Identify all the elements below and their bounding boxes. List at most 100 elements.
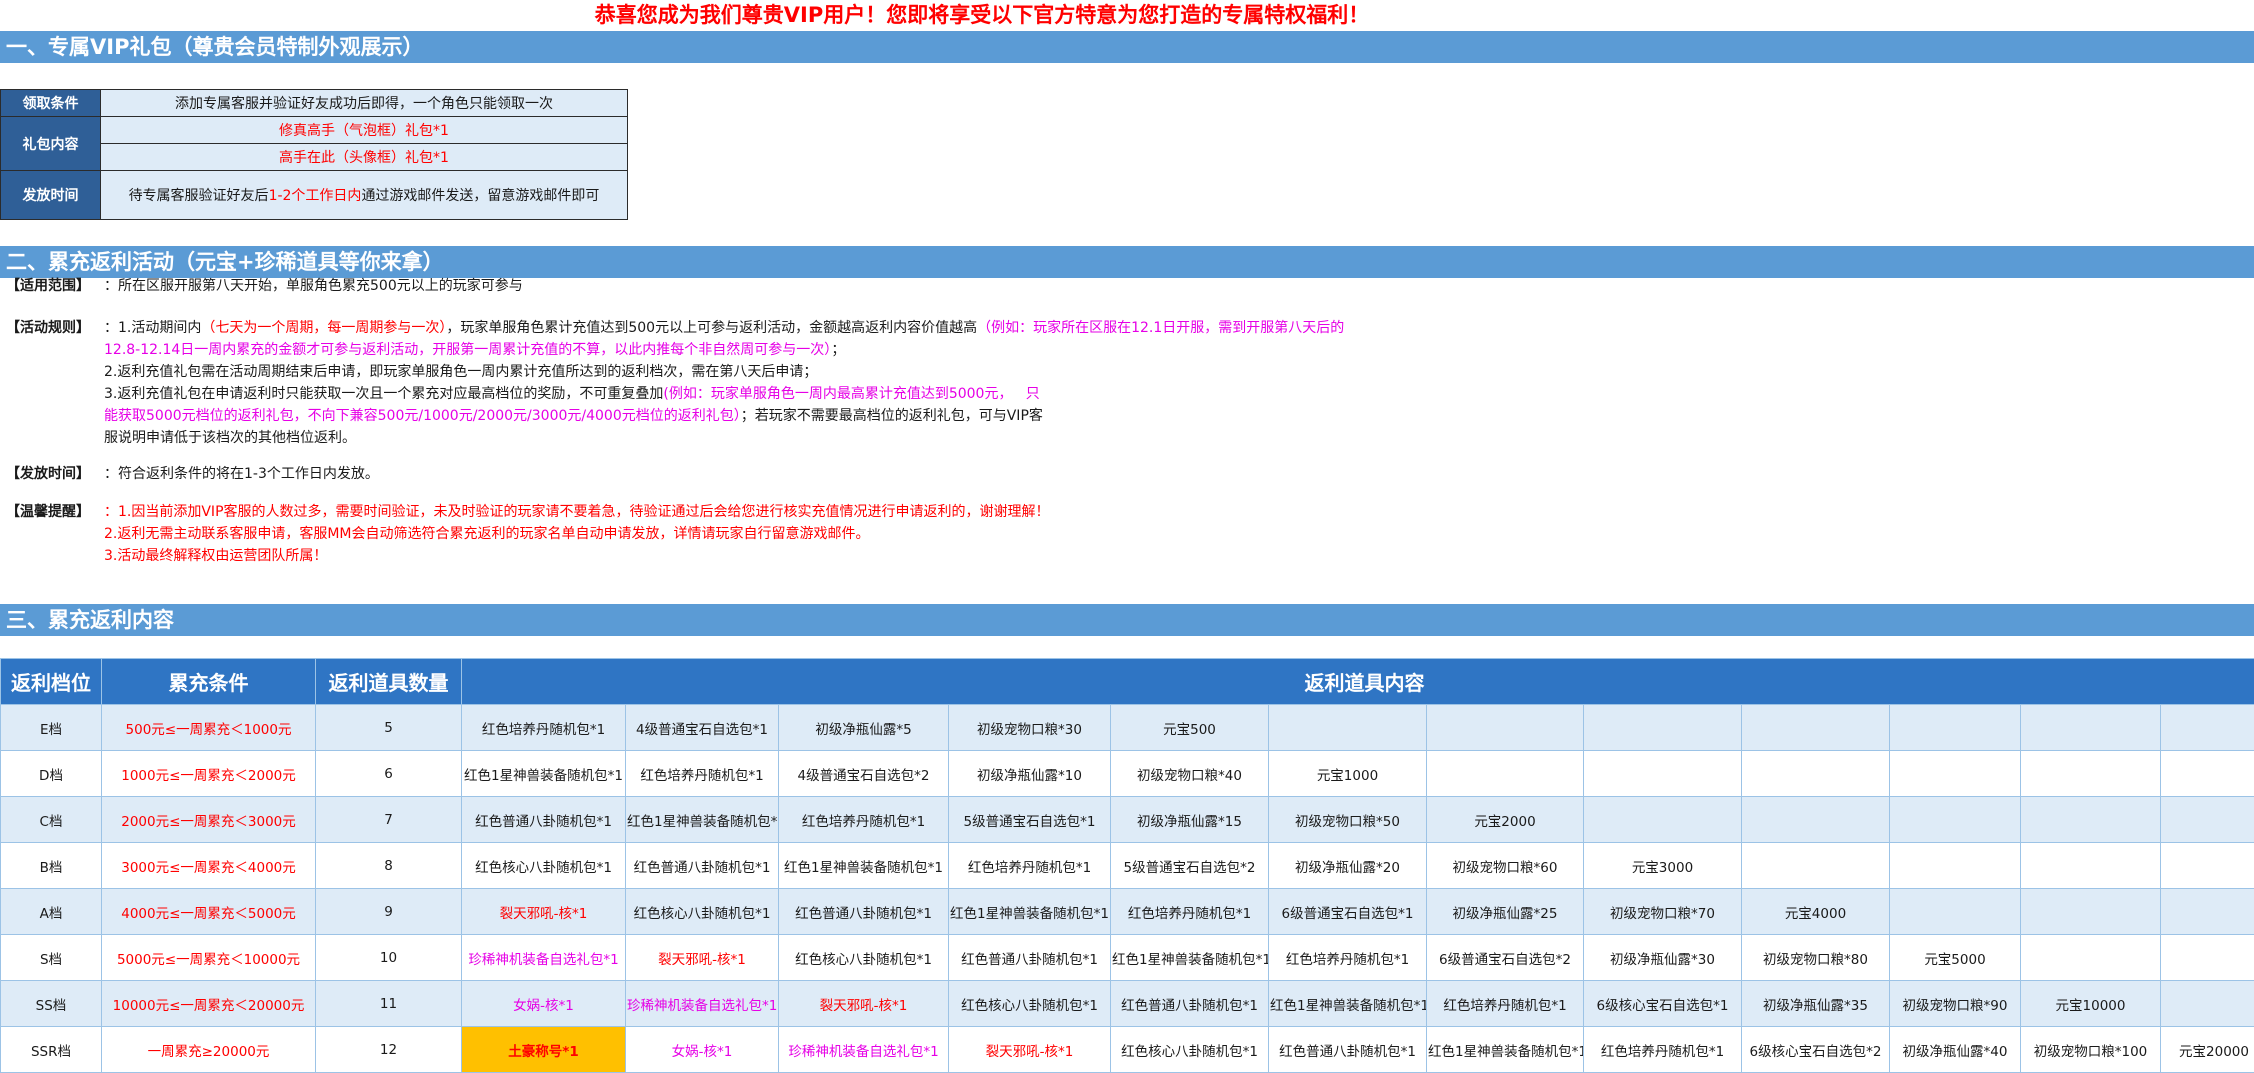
vip-gift-table: 领取条件 添加专属客服并验证好友成功后即得，一个角色只能领取一次 礼包内容 修真… — [0, 89, 628, 220]
table-row: S档 5000元≤一周累充＜10000元 10 珍稀神机装备自选礼包*1 裂天邪吼-核*… — [0, 934, 2254, 981]
item-cell: 红色培养丹随机包*1 — [625, 750, 779, 797]
table-row: B档 3000元≤一周累充＜4000元 8 红色核心八卦随机包*1 红色普通八卦随机包*… — [0, 842, 2254, 889]
issue-text: ：符合返利条件的将在1-3个工作日内发放。 — [104, 466, 379, 482]
item-cell: 红色培养丹随机包*1 — [1110, 888, 1269, 935]
tier-cell: SSR档 — [0, 1026, 102, 1073]
item-cell: 红色1星神兽装备随机包*1 — [778, 842, 949, 889]
item-cell — [1741, 750, 1890, 797]
item-cell — [1889, 842, 2021, 889]
item-cell: 红色核心八卦随机包*1 — [625, 888, 779, 935]
item-cell — [2160, 796, 2254, 843]
rule-3: 3.返利充值礼包在申请返利时只能获取一次且一个累充对应最高档位的奖励，不可重复叠… — [104, 386, 1040, 402]
item-cell: 初级净瓶仙露*25 — [1426, 888, 1584, 935]
item-cell: 4级普通宝石自选包*2 — [778, 750, 949, 797]
item-cell — [1889, 704, 2021, 751]
condition-cell: 一周累充≥20000元 — [101, 1026, 316, 1073]
count-cell: 9 — [315, 888, 462, 935]
condition-cell: 4000元≤一周累充＜5000元 — [101, 888, 316, 935]
item-cell: 元宝5000 — [1889, 934, 2021, 981]
item-cell: 红色普通八卦随机包*1 — [461, 796, 626, 843]
item-cell: 红色培养丹随机包*1 — [1426, 980, 1584, 1027]
item-cell: 红色培养丹随机包*1 — [461, 704, 626, 751]
rule-3-cont: 能获取5000元档位的返利礼包，不向下兼容500元/1000元/2000元/30… — [104, 408, 1043, 424]
item-cell — [1741, 842, 1890, 889]
table-row: D档 1000元≤一周累充＜2000元 6 红色1星神兽装备随机包*1 红色培养丹随机包… — [0, 750, 2254, 797]
item-cell: 红色核心八卦随机包*1 — [461, 842, 626, 889]
item-cell — [1889, 750, 2021, 797]
item-cell — [2020, 934, 2161, 981]
item-cell: 5级普通宝石自选包*2 — [1110, 842, 1269, 889]
item-cell: 初级净瓶仙露*5 — [778, 704, 949, 751]
item-cell: 初级净瓶仙露*35 — [1741, 980, 1890, 1027]
header-items: 返利道具内容 — [461, 658, 2254, 705]
item-cell — [2160, 750, 2254, 797]
item-cell — [1889, 888, 2021, 935]
item-cell: 初级宠物口粮*100 — [2020, 1026, 2161, 1073]
header-tier: 返利档位 — [0, 658, 102, 705]
item-cell: 初级宠物口粮*30 — [948, 704, 1111, 751]
rules-label: 【活动规则】 — [6, 320, 90, 336]
item-cell: 元宝10000 — [2020, 980, 2161, 1027]
item-cell — [1741, 704, 1890, 751]
time-label: 发放时间 — [0, 170, 101, 220]
section-title-rebate-content: 三、累充返利内容 — [0, 604, 2254, 636]
item-cell: 裂天邪吼-核*1 — [625, 934, 779, 981]
condition-cell: 10000元≤一周累充＜20000元 — [101, 980, 316, 1027]
item-cell: 红色1星神兽装备随机包*1 — [461, 750, 626, 797]
scope-row: 【适用范围】 ：所在区服开服第八天开始，单服角色累充500元以上的玩家可参与 — [0, 275, 1450, 297]
issue-label: 【发放时间】 — [6, 466, 90, 482]
content-label: 礼包内容 — [0, 116, 101, 171]
item-cell: 红色培养丹随机包*1 — [1583, 1026, 1742, 1073]
condition-cell: 500元≤一周累充＜1000元 — [101, 704, 316, 751]
item-cell — [1889, 796, 2021, 843]
tier-cell: A档 — [0, 888, 102, 935]
notice-3: 3.活动最终解释权由运营团队所属！ — [104, 548, 328, 564]
item-cell: 初级宠物口粮*80 — [1741, 934, 1890, 981]
item-cell: 元宝1000 — [1268, 750, 1427, 797]
item-cell: 红色培养丹随机包*1 — [1268, 934, 1427, 981]
item-cell: 红色1星神兽装备随机包*1 — [1426, 1026, 1584, 1073]
item-cell — [2020, 888, 2161, 935]
issue-row: 【发放时间】 ：符合返利条件的将在1-3个工作日内发放。 — [0, 463, 1450, 485]
rebate-header-row: 返利档位 累充条件 返利道具数量 返利道具内容 — [0, 658, 2254, 705]
section-title-rebate-activity: 二、累充返利活动（元宝+珍稀道具等你来拿） — [0, 246, 2254, 278]
item-cell: 6级普通宝石自选包*1 — [1268, 888, 1427, 935]
notice-label: 【温馨提醒】 — [6, 504, 90, 520]
table-row: SSR档 一周累充≥20000元 12 土豪称号*1 女娲-核*1 珍稀神机装备自选礼包*… — [0, 1026, 2254, 1073]
condition-cell: 2000元≤一周累充＜3000元 — [101, 796, 316, 843]
tier-cell: B档 — [0, 842, 102, 889]
item-cell: 6级核心宝石自选包*1 — [1583, 980, 1742, 1027]
header-condition: 累充条件 — [101, 658, 316, 705]
rebate-table: 返利档位 累充条件 返利道具数量 返利道具内容 E档 500元≤一周累充＜1000… — [0, 658, 2254, 1073]
item-cell: 红色核心八卦随机包*1 — [778, 934, 949, 981]
item-cell: 红色普通八卦随机包*1 — [625, 842, 779, 889]
count-cell: 5 — [315, 704, 462, 751]
count-cell: 7 — [315, 796, 462, 843]
rebate-body: E档 500元≤一周累充＜1000元 5 红色培养丹随机包*1 4级普通宝石自选包*1 初… — [0, 704, 2254, 1073]
notice-row: 【温馨提醒】 ：1.因当前添加VIP客服的人数过多，需要时间验证，未及时验证的玩… — [0, 501, 1450, 567]
item-cell: 裂天邪吼-核*1 — [461, 888, 626, 935]
content-item: 高手在此（头像框）礼包*1 — [100, 143, 628, 171]
item-cell — [1426, 750, 1584, 797]
item-cell: 元宝4000 — [1741, 888, 1890, 935]
item-cell — [1583, 796, 1742, 843]
count-cell: 11 — [315, 980, 462, 1027]
item-cell — [1741, 796, 1890, 843]
notice-1: ：1.因当前添加VIP客服的人数过多，需要时间验证，未及时验证的玩家请不要着急，… — [104, 504, 1050, 520]
item-cell: 初级宠物口粮*40 — [1110, 750, 1269, 797]
content-item: 修真高手（气泡框）礼包*1 — [100, 116, 628, 144]
item-cell: 元宝500 — [1110, 704, 1269, 751]
item-cell: 初级净瓶仙露*20 — [1268, 842, 1427, 889]
tier-cell: SS档 — [0, 980, 102, 1027]
item-cell — [2160, 980, 2254, 1027]
item-cell: 裂天邪吼-核*1 — [778, 980, 949, 1027]
item-cell: 初级宠物口粮*70 — [1583, 888, 1742, 935]
item-cell: 红色1星神兽装备随机包*1 — [625, 796, 779, 843]
scope-label: 【适用范围】 — [6, 278, 90, 294]
item-cell: 珍稀神机装备自选礼包*1 — [625, 980, 779, 1027]
notice-2: 2.返利无需主动联系客服申请，客服MM会自动筛选符合累充返利的玩家名单自动申请发… — [104, 526, 870, 542]
item-cell — [1426, 704, 1584, 751]
item-cell: 红色普通八卦随机包*1 — [778, 888, 949, 935]
item-cell: 珍稀神机装备自选礼包*1 — [461, 934, 626, 981]
item-cell: 红色培养丹随机包*1 — [778, 796, 949, 843]
